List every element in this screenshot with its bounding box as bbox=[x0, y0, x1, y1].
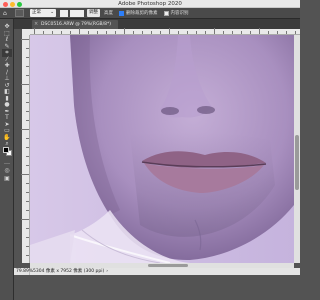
app-title: Adobe Photoshop 2020 bbox=[118, 1, 182, 7]
ruler-tick bbox=[26, 246, 29, 247]
ruler-tick bbox=[205, 31, 206, 34]
photo-image bbox=[30, 35, 294, 263]
title-bar: Adobe Photoshop 2020 bbox=[0, 0, 300, 8]
style-select[interactable]: 正常 ⌄ bbox=[30, 9, 56, 17]
ruler-tick bbox=[250, 31, 251, 34]
quick-mask-icon[interactable]: ◎ bbox=[2, 167, 12, 175]
delete-cropped-checkbox[interactable] bbox=[119, 10, 124, 16]
width-field[interactable] bbox=[60, 9, 68, 17]
ruler-tick bbox=[286, 31, 287, 34]
ruler-tick bbox=[26, 48, 29, 49]
ruler-tick bbox=[151, 31, 152, 34]
ruler-tick bbox=[21, 174, 29, 175]
document-canvas[interactable] bbox=[30, 35, 294, 263]
ruler-tick bbox=[214, 28, 215, 34]
height-label: 高度 bbox=[104, 11, 113, 16]
ruler-tick bbox=[26, 57, 29, 58]
adjust-button[interactable]: 调整 bbox=[87, 9, 100, 17]
ruler-tick bbox=[26, 210, 29, 211]
ruler-tick bbox=[26, 75, 29, 76]
ruler-tick bbox=[26, 111, 29, 112]
ruler-tick bbox=[268, 31, 269, 34]
document-tab[interactable]: × DSC0516.ARW @ 79%(RGB/8*) bbox=[32, 20, 118, 29]
height-field[interactable] bbox=[70, 9, 84, 17]
ruler-tick bbox=[26, 228, 29, 229]
ruler-tick bbox=[259, 28, 260, 34]
ruler-tick bbox=[26, 183, 29, 184]
home-icon[interactable]: ⌂ bbox=[3, 10, 11, 17]
ruler-tick bbox=[34, 28, 35, 34]
ruler-tick bbox=[88, 31, 89, 34]
ruler-tick bbox=[26, 237, 29, 238]
document-tab-title: DSC0516.ARW @ 79%(RGB/8*) bbox=[41, 22, 112, 27]
ruler-tick bbox=[26, 120, 29, 121]
ruler-tick bbox=[21, 39, 29, 40]
ruler-tick bbox=[97, 31, 98, 34]
ruler-tick bbox=[196, 31, 197, 34]
vertical-scroll-thumb[interactable] bbox=[295, 135, 299, 190]
ruler-tick bbox=[26, 102, 29, 103]
ruler-tick bbox=[232, 31, 233, 34]
ruler-tick bbox=[26, 201, 29, 202]
ruler-tick bbox=[241, 31, 242, 34]
ruler-tick bbox=[26, 255, 29, 256]
ruler-tick bbox=[115, 31, 116, 34]
ruler-tick bbox=[21, 84, 29, 85]
ruler-tick bbox=[106, 31, 107, 34]
ruler-tick bbox=[178, 31, 179, 34]
ruler-tick bbox=[26, 93, 29, 94]
chevron-down-icon: ⌄ bbox=[50, 10, 54, 15]
ruler-tick bbox=[70, 31, 71, 34]
ruler-tick bbox=[295, 31, 296, 34]
ruler-tick bbox=[21, 219, 29, 220]
ruler-tick bbox=[26, 138, 29, 139]
ruler-tick bbox=[169, 28, 170, 34]
vertical-ruler[interactable] bbox=[21, 35, 30, 263]
ruler-tick bbox=[26, 165, 29, 166]
options-bar: ⌂ 正常 ⌄ 调整 高度 删除裁剪的像素 内容识别 bbox=[0, 8, 300, 19]
ruler-tick bbox=[160, 31, 161, 34]
horizontal-scroll-thumb[interactable] bbox=[148, 264, 188, 267]
delete-cropped-label: 删除裁剪的像素 bbox=[126, 11, 158, 16]
ruler-tick bbox=[26, 147, 29, 148]
document-tab-bar: × DSC0516.ARW @ 79%(RGB/8*) bbox=[14, 19, 300, 29]
ruler-tick bbox=[187, 31, 188, 34]
tool-preset-picker[interactable] bbox=[15, 9, 24, 17]
ruler-tick bbox=[43, 31, 44, 34]
ruler-tick bbox=[52, 31, 53, 34]
ruler-tick bbox=[26, 192, 29, 193]
zoom-level[interactable]: 79.89% bbox=[14, 268, 33, 275]
ruler-tick bbox=[142, 31, 143, 34]
ruler-tick bbox=[124, 28, 125, 34]
more-tools-icon[interactable]: … bbox=[2, 159, 12, 167]
ruler-tick bbox=[277, 31, 278, 34]
content-aware-label: 内容识别 bbox=[170, 11, 189, 16]
status-menu-arrow-icon[interactable]: › bbox=[106, 268, 108, 275]
ruler-tick bbox=[61, 31, 62, 34]
document-info: 5304 像素 x 7952 像素 (300 ppi) bbox=[33, 269, 105, 274]
ruler-tick bbox=[133, 31, 134, 34]
foreground-color-swatch[interactable] bbox=[3, 147, 9, 153]
ruler-tick bbox=[26, 66, 29, 67]
vertical-scrollbar[interactable] bbox=[294, 35, 300, 263]
screen-mode-icon[interactable]: ▣ bbox=[2, 175, 12, 183]
ruler-tick bbox=[21, 129, 29, 130]
ruler-tick bbox=[223, 31, 224, 34]
status-bar: 79.89% 5304 像素 x 7952 像素 (300 ppi) › bbox=[14, 268, 300, 275]
content-aware-checkbox[interactable] bbox=[163, 10, 169, 16]
tools-panel: ✥ ⬚ ℓ ✎ ⌗ ⁄ ✚ ∕ ⊥ ↺ ◧ ▮ ● ✒ T ➤ ▭ ✋ ⌕ … ◎ ▣ bbox=[0, 19, 14, 300]
style-select-value: 正常 bbox=[32, 10, 41, 15]
ruler-tick bbox=[79, 28, 80, 34]
workspace-background bbox=[14, 275, 300, 300]
ruler-tick bbox=[26, 156, 29, 157]
